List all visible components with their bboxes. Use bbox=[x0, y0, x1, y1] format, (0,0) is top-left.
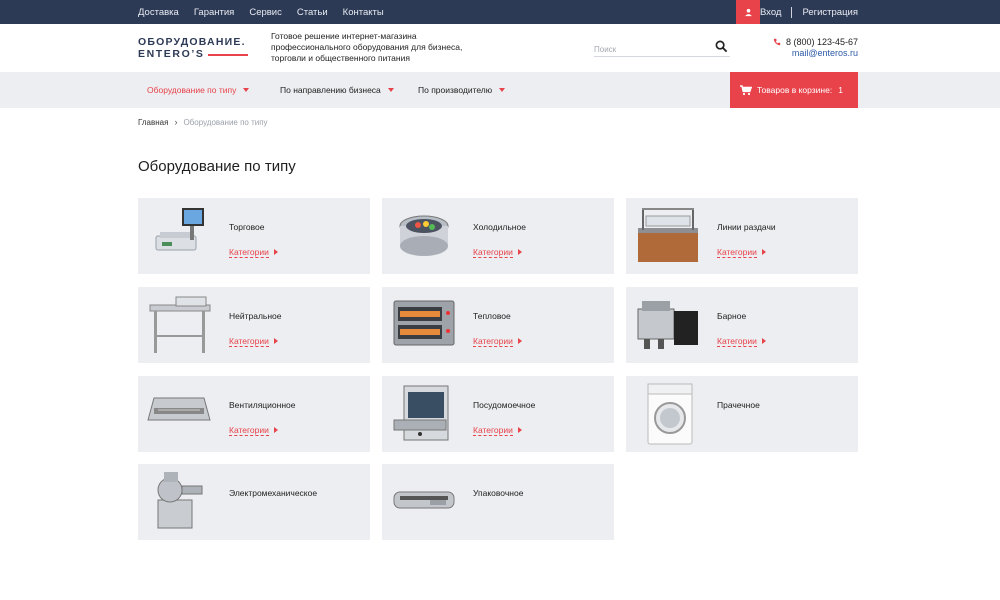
category-card[interactable]: Торговое Категории bbox=[138, 198, 370, 274]
category-card-title[interactable]: Посудомоечное bbox=[473, 400, 535, 410]
caret-right-icon bbox=[518, 427, 522, 433]
site-header: ОБОРУДОВАНИЕ. ENTERO’S Готовое решение и… bbox=[0, 24, 1000, 72]
top-nav-warranty[interactable]: Гарантия bbox=[194, 7, 235, 18]
cooler-icon[interactable] bbox=[390, 202, 458, 270]
catnav-by-business[interactable]: По направлению бизнеса bbox=[280, 72, 394, 108]
user-icon bbox=[744, 8, 752, 16]
category-card[interactable]: Вентиляционное Категории bbox=[138, 376, 370, 452]
user-button[interactable] bbox=[736, 0, 760, 24]
category-card-title[interactable]: Тепловое bbox=[473, 311, 511, 321]
top-nav-articles[interactable]: Статьи bbox=[297, 7, 328, 18]
top-nav-contacts[interactable]: Контакты bbox=[343, 7, 384, 18]
categories-link[interactable]: Категории bbox=[229, 425, 269, 436]
category-card-title[interactable]: Барное bbox=[717, 311, 746, 321]
search-box bbox=[594, 39, 730, 58]
top-bar: Доставка Гарантия Сервис Статьи Контакты… bbox=[0, 0, 1000, 24]
search-input[interactable] bbox=[594, 41, 704, 58]
category-card[interactable]: Электромеханическое bbox=[138, 464, 370, 540]
chevron-down-icon bbox=[387, 88, 394, 92]
caret-right-icon bbox=[274, 249, 278, 255]
register-link[interactable]: Регистрация bbox=[802, 7, 858, 18]
table-icon[interactable] bbox=[146, 291, 214, 359]
category-card-title[interactable]: Нейтральное bbox=[229, 311, 282, 321]
category-card-title[interactable]: Линии раздачи bbox=[717, 222, 776, 232]
catnav-by-type[interactable]: Оборудование по типу bbox=[147, 72, 250, 108]
categories-link[interactable]: Категории bbox=[717, 247, 757, 258]
chevron-down-icon bbox=[243, 88, 250, 92]
chevron-right-icon: › bbox=[174, 117, 178, 127]
caret-right-icon bbox=[762, 249, 766, 255]
counter-icon[interactable] bbox=[634, 202, 702, 270]
category-card[interactable]: Линии раздачи Категории bbox=[626, 198, 858, 274]
hood-icon[interactable] bbox=[146, 380, 214, 448]
breadcrumb-current: Оборудование по типу bbox=[183, 117, 268, 127]
contacts: 8 (800) 123-45-67 mail@enteros.ru bbox=[773, 37, 858, 58]
coffee-icon[interactable] bbox=[634, 291, 702, 359]
breadcrumb: Главная › Оборудование по типу bbox=[138, 117, 268, 127]
dishwasher-icon[interactable] bbox=[390, 380, 458, 448]
category-card-title[interactable]: Прачечное bbox=[717, 400, 760, 410]
site-tagline: Готовое решение интернет-магазина профес… bbox=[271, 31, 463, 63]
caret-right-icon bbox=[274, 338, 278, 344]
cart-button[interactable]: Товаров в корзине: 1 bbox=[730, 72, 858, 108]
category-card[interactable]: Упаковочное bbox=[382, 464, 614, 540]
category-card[interactable]: Барное Категории bbox=[626, 287, 858, 363]
caret-right-icon bbox=[274, 427, 278, 433]
login-link[interactable]: Вход bbox=[760, 7, 782, 18]
caret-right-icon bbox=[518, 338, 522, 344]
phone-icon bbox=[773, 38, 781, 46]
categories-link[interactable]: Категории bbox=[229, 247, 269, 258]
category-card-title[interactable]: Холодильное bbox=[473, 222, 526, 232]
categories-link[interactable]: Категории bbox=[229, 336, 269, 347]
category-card[interactable]: Посудомоечное Категории bbox=[382, 376, 614, 452]
top-nav-delivery[interactable]: Доставка bbox=[138, 7, 179, 18]
category-card-title[interactable]: Торговое bbox=[229, 222, 265, 232]
category-card-title[interactable]: Электромеханическое bbox=[229, 488, 317, 498]
chevron-down-icon bbox=[499, 88, 506, 92]
search-icon[interactable] bbox=[715, 40, 728, 53]
auth-divider bbox=[791, 6, 793, 18]
scale-icon[interactable] bbox=[146, 202, 214, 270]
category-card[interactable]: Холодильное Категории bbox=[382, 198, 614, 274]
caret-right-icon bbox=[762, 338, 766, 344]
cart-count: 1 bbox=[838, 85, 843, 95]
grinder-icon[interactable] bbox=[146, 468, 214, 536]
auth-links: Вход Регистрация bbox=[760, 0, 858, 24]
top-nav-service[interactable]: Сервис bbox=[249, 7, 282, 18]
cart-label: Товаров в корзине: bbox=[757, 85, 833, 95]
site-logo[interactable]: ОБОРУДОВАНИЕ. ENTERO’S bbox=[138, 36, 248, 60]
category-card-title[interactable]: Упаковочное bbox=[473, 488, 523, 498]
logo-accent-bar bbox=[208, 54, 248, 56]
category-card-title[interactable]: Вентиляционное bbox=[229, 400, 295, 410]
washer-icon[interactable] bbox=[634, 380, 702, 448]
email-link[interactable]: mail@enteros.ru bbox=[773, 48, 858, 58]
caret-right-icon bbox=[518, 249, 522, 255]
breadcrumb-home[interactable]: Главная bbox=[138, 118, 168, 127]
categories-link[interactable]: Категории bbox=[717, 336, 757, 347]
logo-line2: ENTERO’S bbox=[138, 48, 205, 60]
cart-icon bbox=[740, 84, 752, 95]
category-card[interactable]: Тепловое Категории bbox=[382, 287, 614, 363]
top-nav: Доставка Гарантия Сервис Статьи Контакты bbox=[138, 0, 399, 24]
categories-link[interactable]: Категории bbox=[473, 247, 513, 258]
oven-icon[interactable] bbox=[390, 291, 458, 359]
phone-number[interactable]: 8 (800) 123-45-67 bbox=[786, 37, 858, 47]
catnav-by-manufacturer[interactable]: По производителю bbox=[418, 72, 506, 108]
category-card[interactable]: Нейтральное Категории bbox=[138, 287, 370, 363]
vacuum-icon[interactable] bbox=[390, 468, 458, 536]
logo-line1: ОБОРУДОВАНИЕ. bbox=[138, 36, 246, 48]
categories-link[interactable]: Категории bbox=[473, 425, 513, 436]
categories-link[interactable]: Категории bbox=[473, 336, 513, 347]
category-card[interactable]: Прачечное bbox=[626, 376, 858, 452]
page-title: Оборудование по типу bbox=[138, 158, 296, 175]
